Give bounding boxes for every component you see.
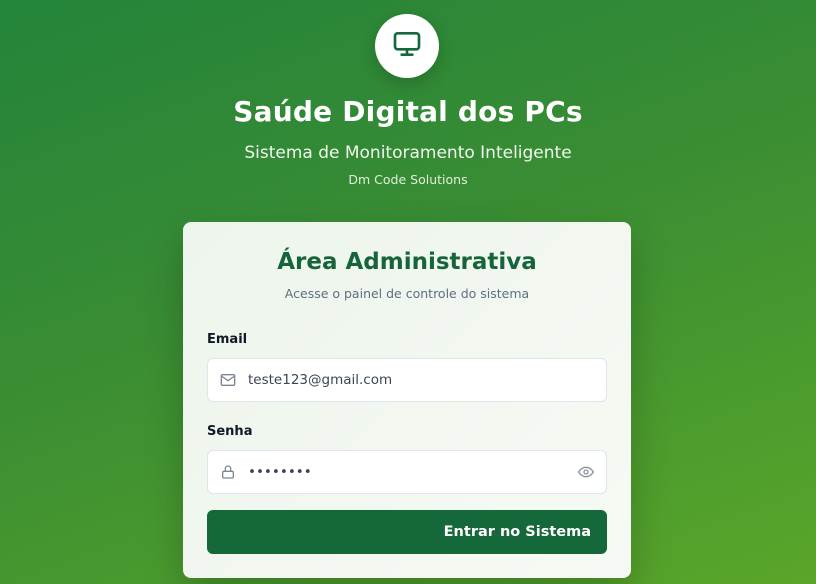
app-logo [375,14,439,78]
login-card: Área Administrativa Acesse o painel de c… [183,222,631,578]
eye-icon[interactable] [578,464,594,480]
password-field-container [207,450,607,494]
app-subtitle: Sistema de Monitoramento Inteligente [244,143,572,163]
company-name: Dm Code Solutions [348,172,468,187]
monitor-icon [391,28,423,64]
card-title: Área Administrativa [277,249,537,275]
app-title: Saúde Digital dos PCs [233,95,583,128]
email-label: Email [207,332,248,347]
password-input[interactable] [248,451,568,493]
mail-icon [220,372,236,388]
lock-icon [220,464,236,480]
email-field-container [207,358,607,402]
login-button[interactable]: Entrar no Sistema [207,510,607,554]
password-label: Senha [207,424,253,439]
email-input[interactable] [248,359,568,401]
card-subtitle: Acesse o painel de controle do sistema [284,286,530,301]
